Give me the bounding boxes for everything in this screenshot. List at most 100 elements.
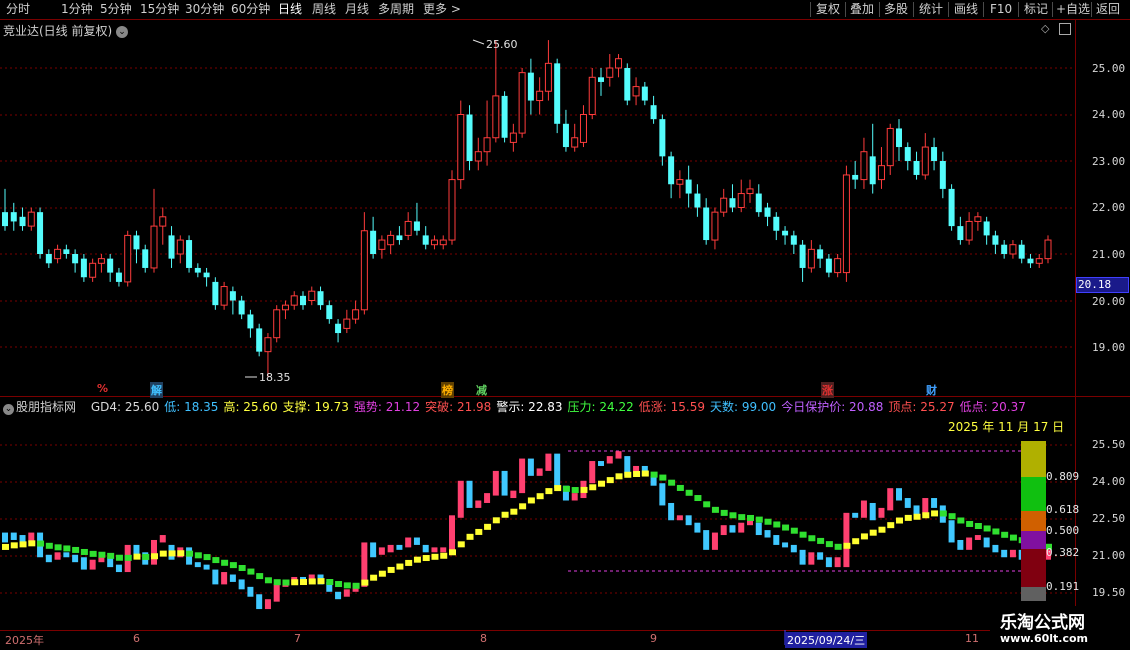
indicator-bar <box>212 569 219 585</box>
candle-body <box>317 291 324 306</box>
indicator-bar <box>790 544 797 553</box>
candle-body <box>492 95 500 139</box>
trend-marker <box>151 553 158 560</box>
indicator-header[interactable]: ⌄ 股朋指标网 GD4: 25.60 低: 18.35 高: 25.60 支撑: 19.… <box>3 398 1031 415</box>
indicator-value: 支撑: 19.73 <box>282 400 349 414</box>
trend-marker <box>89 550 97 557</box>
trend-marker <box>571 487 579 494</box>
trend-marker <box>466 533 474 540</box>
trend-marker <box>685 489 693 496</box>
event-mark-list[interactable]: 榜 <box>441 382 454 398</box>
event-mark-unlock[interactable]: 解 <box>150 382 163 398</box>
trend-marker <box>536 493 544 500</box>
trend-marker <box>352 582 360 589</box>
indicator-bar <box>335 591 342 600</box>
indicator-bar <box>159 535 166 543</box>
fib-label: 0.500 <box>1046 524 1080 537</box>
x-axis-label: 2025年 <box>5 634 44 647</box>
trend-marker <box>580 486 588 493</box>
trend-marker <box>948 513 956 520</box>
indicator-bar <box>606 456 613 464</box>
candle-body <box>676 179 684 185</box>
candle-body <box>466 114 473 161</box>
candle-body <box>404 220 412 236</box>
candle-body <box>668 156 675 185</box>
price-tick: 20.00 <box>1092 295 1126 308</box>
candle-body <box>869 156 876 185</box>
trend-marker <box>992 528 1000 535</box>
indicator-bar <box>2 532 8 543</box>
trend-marker <box>860 533 868 540</box>
event-mark[interactable]: % <box>97 382 108 395</box>
trend-marker <box>817 537 825 544</box>
indicator-bar <box>720 525 727 536</box>
indicator-value: 强势: 21.12 <box>353 400 421 414</box>
trend-marker <box>107 552 115 559</box>
candle-body <box>509 132 517 143</box>
x-axis-label: 8 <box>480 632 487 645</box>
trend-marker <box>159 550 167 557</box>
candle-body <box>168 235 175 259</box>
indicator-bar <box>63 552 70 558</box>
trend-marker <box>510 508 518 515</box>
candle-body <box>256 328 263 352</box>
indicator-bar <box>54 552 61 560</box>
indicator-bar <box>598 461 604 466</box>
trend-marker <box>361 579 369 586</box>
trend-marker <box>852 538 860 545</box>
watermark: 乐淘公式网 www.60lt.com <box>990 606 1130 650</box>
candle-body <box>931 147 938 161</box>
trend-marker <box>326 579 334 586</box>
kline-chart[interactable] <box>0 0 1130 650</box>
indicator-bar <box>966 537 973 550</box>
indicator-bar <box>852 512 859 518</box>
trend-marker <box>922 512 930 519</box>
trend-marker <box>405 559 413 566</box>
x-axis-label: 9 <box>650 632 657 645</box>
indicator-bar <box>668 502 675 521</box>
candle-body <box>220 286 228 306</box>
candle-body <box>396 235 403 241</box>
indicator-bar <box>536 468 543 476</box>
candle-body <box>562 123 569 148</box>
candle-body <box>842 174 850 274</box>
indicator-bar <box>808 552 815 565</box>
candle-body <box>2 212 8 227</box>
candle-body <box>729 198 736 208</box>
indicator-bar <box>860 500 867 518</box>
candle-body <box>360 230 368 311</box>
indicator-bar <box>685 515 692 526</box>
candle-body <box>685 179 692 194</box>
current-price-tag: 20.18 <box>1076 277 1129 293</box>
candle-body <box>817 249 824 259</box>
trend-marker <box>203 554 211 561</box>
trend-marker <box>98 551 106 558</box>
event-mark-rise[interactable]: 涨 <box>821 382 834 398</box>
trend-marker <box>939 510 947 517</box>
indicator-bar <box>992 544 999 553</box>
price-tick: 22.00 <box>1092 201 1126 214</box>
trend-marker <box>957 517 965 524</box>
trend-marker <box>624 471 632 478</box>
indicator-bar <box>89 559 96 570</box>
indicator-bar <box>115 564 122 573</box>
trend-marker <box>484 523 492 530</box>
indicator-value: 压力: 24.22 <box>567 400 634 414</box>
trend-marker <box>238 564 246 571</box>
candle-body <box>448 179 456 241</box>
indicator-bar <box>1009 549 1016 558</box>
candle-body <box>194 267 201 273</box>
trend-marker <box>773 521 781 528</box>
indicator-bar <box>221 572 228 585</box>
trend-marker <box>790 527 798 534</box>
indicator-chevron-icon[interactable]: ⌄ <box>3 404 14 415</box>
trend-marker <box>562 485 570 492</box>
trend-marker <box>387 566 395 573</box>
indicator-bar <box>738 522 745 533</box>
event-mark-reduce[interactable]: 减 <box>476 382 487 398</box>
event-mark-finance[interactable]: 财 <box>926 382 937 398</box>
trend-marker <box>676 484 684 491</box>
watermark-title: 乐淘公式网 <box>1000 613 1085 633</box>
candle-body <box>624 68 631 101</box>
candle-body <box>326 305 333 320</box>
